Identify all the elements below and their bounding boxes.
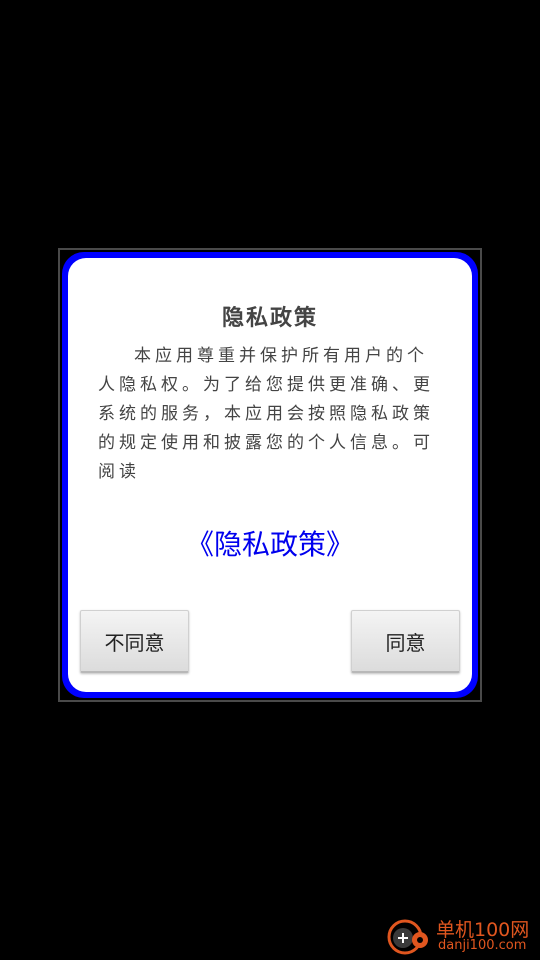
privacy-policy-link[interactable]: 《隐私政策》 <box>68 523 472 563</box>
dialog-title: 隐私政策 <box>221 306 318 331</box>
agree-button[interactable]: 同意 <box>351 610 460 673</box>
screen: 隐私政策 本应用尊重并保护所有用户的个人隐私权。为了给您提供更准确、更系统的服务… <box>0 0 540 960</box>
watermark: 单机100网 danji100.com <box>386 914 536 958</box>
watermark-logo-icon <box>387 919 428 955</box>
dialog-card: 隐私政策 本应用尊重并保护所有用户的个人隐私权。为了给您提供更准确、更系统的服务… <box>68 258 472 692</box>
privacy-dialog: 隐私政策 本应用尊重并保护所有用户的个人隐私权。为了给您提供更准确、更系统的服务… <box>58 248 482 702</box>
dialog-body-text: 本应用尊重并保护所有用户的个人隐私权。为了给您提供更准确、更系统的服务，本应用会… <box>98 346 434 482</box>
disagree-button[interactable]: 不同意 <box>80 610 189 673</box>
watermark-url: danji100.com <box>438 938 527 953</box>
